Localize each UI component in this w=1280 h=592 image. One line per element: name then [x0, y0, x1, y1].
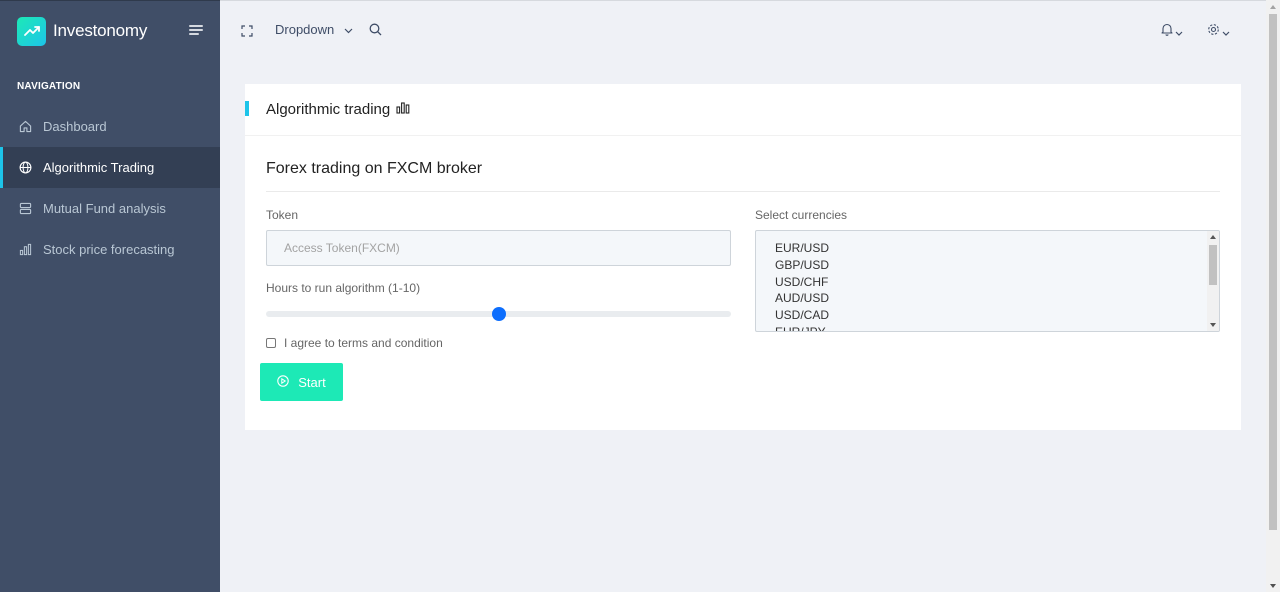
section-title: Forex trading on FXCM broker	[266, 160, 483, 177]
slider-thumb[interactable]	[491, 307, 506, 321]
sidebar-item-label: Algorithmic Trading	[43, 160, 155, 175]
notification-bell[interactable]	[1161, 23, 1183, 41]
sidebar-item-stock-price-forecasting[interactable]: Stock price forecasting	[0, 229, 220, 270]
agree-label: I agree to terms and condition	[284, 336, 443, 350]
agree-checkbox-row[interactable]: I agree to terms and condition	[266, 336, 443, 350]
currency-multiselect[interactable]: EUR/USD GBP/USD USD/CHF AUD/USD USD/CAD …	[755, 230, 1220, 332]
chevron-down-icon	[344, 22, 353, 37]
agree-checkbox[interactable]	[266, 338, 276, 348]
play-circle-icon	[277, 374, 298, 390]
sidebar-item-dashboard[interactable]: Dashboard	[0, 106, 220, 147]
header-dropdown-label: Dropdown	[275, 22, 335, 37]
gear-icon	[1207, 23, 1220, 41]
hours-slider[interactable]	[266, 307, 731, 321]
chevron-down-icon	[1175, 23, 1183, 41]
server-icon	[18, 202, 32, 216]
scrollbar-thumb[interactable]	[1209, 245, 1217, 285]
currency-option[interactable]: AUD/USD	[775, 290, 829, 307]
sidebar-item-label: Stock price forecasting	[43, 242, 175, 257]
algorithmic-trading-card: Algorithmic trading Forex trading on FXC…	[245, 84, 1241, 430]
start-button-label: Start	[298, 374, 326, 390]
token-label: Token	[266, 208, 299, 222]
header-dropdown[interactable]: Dropdown	[275, 22, 353, 37]
settings-menu[interactable]	[1207, 23, 1230, 41]
start-button[interactable]: Start	[260, 363, 343, 401]
currency-option[interactable]: USD/CHF	[775, 274, 829, 291]
card-header: Algorithmic trading	[245, 84, 1241, 136]
top-header: Dropdown	[220, 0, 1266, 60]
bar-chart-icon	[18, 243, 32, 257]
globe-icon	[18, 161, 32, 175]
scroll-down-arrow-icon[interactable]	[1210, 323, 1216, 327]
page-scrollbar-thumb[interactable]	[1269, 14, 1277, 530]
fullscreen-icon[interactable]	[241, 24, 253, 37]
token-input[interactable]	[266, 230, 731, 266]
card-title: Algorithmic trading	[266, 101, 410, 118]
bar-chart-icon	[390, 101, 410, 118]
currency-option[interactable]: GBP/USD	[775, 257, 829, 274]
sidebar-item-label: Mutual Fund analysis	[43, 201, 166, 216]
bell-icon	[1161, 23, 1173, 41]
hours-label: Hours to run algorithm (1-10)	[266, 281, 421, 295]
divider	[266, 191, 1220, 192]
currency-option[interactable]: EUR/JPY	[775, 324, 829, 331]
brand: Investonomy	[0, 1, 220, 61]
page-scrollbar[interactable]	[1266, 0, 1280, 592]
sidebar-item-algorithmic-trading[interactable]: Algorithmic Trading	[0, 147, 220, 188]
sidebar-item-mutual-fund-analysis[interactable]: Mutual Fund analysis	[0, 188, 220, 229]
currency-option[interactable]: EUR/USD	[775, 240, 829, 257]
trending-up-icon[interactable]	[17, 16, 46, 46]
card-title-text: Algorithmic trading	[266, 101, 391, 118]
currencies-label: Select currencies	[755, 208, 848, 222]
sidebar-item-label: Dashboard	[43, 119, 107, 134]
currency-option[interactable]: USD/CAD	[775, 307, 829, 324]
home-icon	[18, 120, 32, 134]
listbox-scrollbar[interactable]	[1207, 231, 1219, 331]
scroll-up-arrow-icon[interactable]	[1210, 235, 1216, 239]
brand-name: Investonomy	[53, 21, 148, 40]
scroll-down-arrow-icon[interactable]	[1270, 584, 1276, 588]
search-icon[interactable]	[369, 23, 382, 41]
menu-toggle-icon[interactable]	[189, 25, 203, 37]
nav-caption: NAVIGATION	[17, 81, 81, 92]
currency-options: EUR/USD GBP/USD USD/CHF AUD/USD USD/CAD …	[775, 240, 829, 331]
scroll-up-arrow-icon[interactable]	[1270, 5, 1276, 9]
chevron-down-icon	[1222, 23, 1230, 41]
sidebar: Investonomy NAVIGATION Dashboard Algorit…	[0, 0, 220, 592]
